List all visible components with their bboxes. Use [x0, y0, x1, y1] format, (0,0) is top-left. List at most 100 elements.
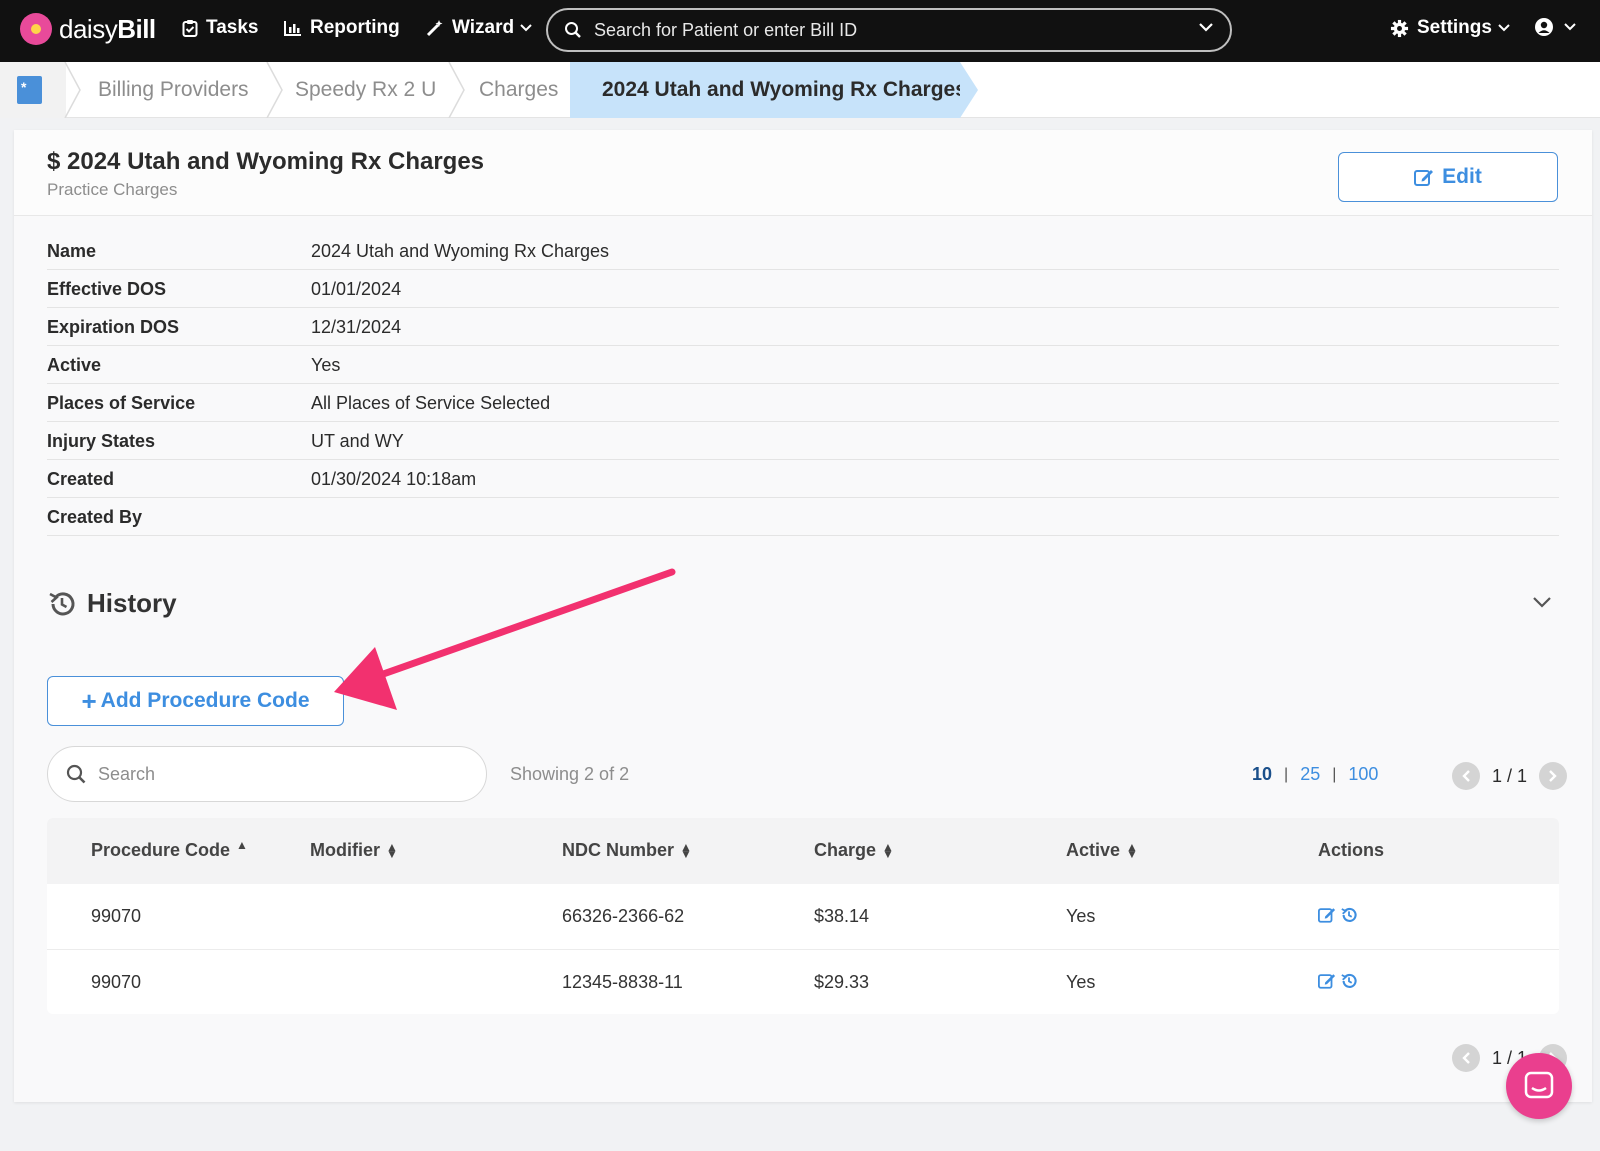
chevron-down-icon: [520, 24, 532, 32]
sort-icon: ▲ ▼: [1126, 839, 1138, 861]
detail-row-name: Name 2024 Utah and Wyoming Rx Charges: [47, 232, 1559, 270]
sort-icon: ▲ ▼: [882, 839, 894, 861]
daisy-flower-icon: [20, 13, 52, 45]
divider: |: [1284, 765, 1289, 783]
cell-ndc-number: 66326-2366-62: [562, 906, 685, 926]
edit-icon[interactable]: [1318, 972, 1336, 995]
search-placeholder: Search for Patient or enter Bill ID: [594, 19, 858, 40]
page-size-selector: 10 | 25 | 100: [1252, 764, 1378, 785]
detail-key: Created By: [47, 507, 143, 527]
edit-button[interactable]: Edit: [1338, 152, 1558, 202]
chat-launcher-button[interactable]: [1506, 1053, 1572, 1119]
breadcrumb-billing-providers[interactable]: Billing Providers: [98, 78, 249, 102]
cell-active: Yes: [1066, 972, 1096, 992]
add-procedure-code-button[interactable]: + Add Procedure Code: [47, 676, 344, 726]
daisybill-logo[interactable]: daisyBill: [20, 13, 156, 45]
detail-key: Name: [47, 241, 97, 261]
edit-icon: [1414, 169, 1434, 186]
history-icon[interactable]: [1340, 906, 1358, 929]
nav-wizard[interactable]: Wizard: [426, 17, 532, 39]
next-page-button[interactable]: [1539, 762, 1568, 790]
settings-label: Settings: [1417, 17, 1492, 38]
patient-bill-search[interactable]: Search for Patient or enter Bill ID: [546, 8, 1232, 52]
page-size-25[interactable]: 25: [1300, 764, 1320, 785]
user-menu[interactable]: [1534, 17, 1576, 37]
detail-key: Effective DOS: [47, 279, 167, 299]
history-section-toggle[interactable]: History: [47, 588, 177, 619]
breadcrumb-charges[interactable]: Charges: [479, 78, 558, 102]
logo-text: daisyBill: [59, 13, 156, 44]
cell-active: Yes: [1066, 906, 1096, 926]
page-title: $ 2024 Utah and Wyoming Rx Charges: [47, 148, 485, 175]
pagination-top: 1 / 1: [1452, 762, 1568, 790]
cell-procedure-code: 99070: [91, 972, 142, 992]
column-ndc-number[interactable]: NDC Number ▲ ▼: [562, 840, 692, 861]
prev-page-button[interactable]: [1452, 762, 1480, 790]
user-avatar-icon: [1535, 18, 1553, 36]
clipboard-icon: [182, 20, 198, 37]
breadcrumb-separator: [448, 62, 465, 118]
detail-key: Created: [47, 469, 115, 489]
page-subtitle: Practice Charges: [47, 180, 178, 199]
bar-chart-icon: [284, 21, 301, 36]
table-row: 99070 12345-8838-11 $29.33 Yes: [47, 950, 1559, 1014]
nav-tasks[interactable]: Tasks: [182, 17, 258, 39]
detail-row-created: Created 01/30/2024 10:18am: [47, 460, 1559, 498]
magic-wand-icon: [426, 20, 443, 37]
chevron-left-icon: [1462, 770, 1470, 782]
search-icon: [565, 22, 581, 38]
edit-icon[interactable]: [1318, 906, 1336, 929]
page-size-100[interactable]: 100: [1348, 764, 1378, 785]
chevron-down-icon[interactable]: [1532, 596, 1552, 608]
prev-page-button[interactable]: [1452, 1044, 1480, 1072]
chevron-down-icon: [1564, 23, 1576, 31]
medical-document-icon: [17, 76, 42, 104]
cell-charge: $38.14: [814, 906, 870, 926]
edit-button-label: Edit: [1442, 165, 1482, 188]
row-actions: [1318, 906, 1362, 929]
column-procedure-code[interactable]: Procedure Code ▲: [91, 838, 248, 861]
detail-value: 01/30/2024 10:18am: [311, 469, 477, 489]
detail-key: Places of Service: [47, 393, 196, 413]
sort-asc-icon: ▲: [236, 838, 248, 852]
chevron-down-icon[interactable]: [1198, 22, 1214, 32]
detail-value: Yes: [311, 355, 341, 375]
nav-tasks-label: Tasks: [206, 17, 259, 38]
detail-row-injury-states: Injury States UT and WY: [47, 422, 1559, 460]
breadcrumb-home[interactable]: [0, 62, 66, 118]
column-active[interactable]: Active ▲ ▼: [1066, 840, 1138, 861]
page-size-10[interactable]: 10: [1252, 764, 1272, 785]
cell-charge: $29.33: [814, 972, 870, 992]
detail-row-created-by: Created By: [47, 498, 1559, 536]
column-label: Modifier: [310, 840, 380, 860]
column-charge[interactable]: Charge ▲ ▼: [814, 840, 894, 861]
table-row: 99070 66326-2366-62 $38.14 Yes: [47, 884, 1559, 950]
table-search-input[interactable]: Search: [47, 746, 487, 802]
detail-key: Expiration DOS: [47, 317, 180, 337]
cell-procedure-code: 99070: [91, 906, 142, 926]
column-label: Actions: [1318, 840, 1385, 860]
top-nav-bar: daisyBill Tasks Reporting Wizard Search …: [0, 0, 1600, 62]
table-header: Procedure Code ▲ Modifier ▲ ▼ NDC Number ▲ ▼ …: [47, 818, 1559, 884]
procedure-codes-table: Procedure Code ▲ Modifier ▲ ▼ NDC Number ▲ ▼ …: [47, 818, 1559, 1014]
breadcrumb-current: 2024 Utah and Wyoming Rx Charges: [570, 62, 967, 118]
divider: |: [1332, 765, 1337, 783]
history-icon[interactable]: [1340, 972, 1358, 995]
detail-row-expiration-dos: Expiration DOS 12/31/2024: [47, 308, 1559, 346]
column-modifier[interactable]: Modifier ▲ ▼: [310, 840, 398, 861]
breadcrumb-separator: [266, 62, 283, 118]
nav-wizard-label: Wizard: [452, 17, 515, 38]
chevron-down-icon: [1498, 24, 1510, 32]
column-label: NDC Number: [562, 840, 675, 860]
nav-reporting[interactable]: Reporting: [284, 17, 400, 39]
gear-icon: [1390, 19, 1409, 37]
history-icon: [49, 591, 75, 615]
column-actions: Actions: [1318, 840, 1384, 861]
detail-value: UT and WY: [311, 431, 404, 451]
settings-menu[interactable]: Settings: [1390, 17, 1510, 39]
nav-reporting-label: Reporting: [310, 17, 400, 38]
breadcrumb-speedy-rx[interactable]: Speedy Rx 2 U: [295, 78, 436, 102]
detail-row-places-of-service: Places of Service All Places of Service S…: [47, 384, 1559, 422]
table-search-placeholder: Search: [98, 763, 156, 784]
detail-value: 12/31/2024: [311, 317, 402, 337]
